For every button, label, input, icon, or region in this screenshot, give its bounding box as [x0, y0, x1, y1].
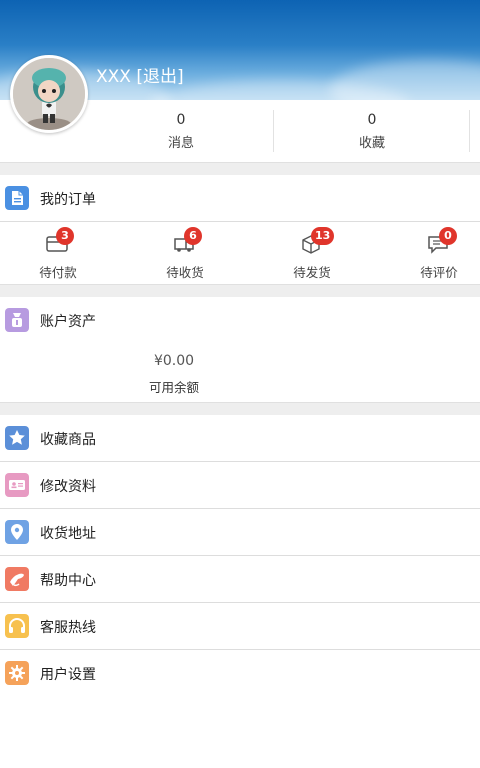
messages-stat[interactable]: 0 消息 [88, 100, 274, 162]
section-gap [0, 402, 480, 416]
menu-item-edit-profile[interactable]: 修改资料 [0, 462, 480, 508]
messages-label: 消息 [167, 136, 194, 151]
order-pending-receipt[interactable]: 6 待收货 [125, 222, 245, 284]
document-icon [5, 186, 29, 210]
section-gap [0, 284, 480, 298]
location-pin-icon [5, 520, 29, 544]
order-pending-payment[interactable]: 3 待付款 [0, 222, 118, 284]
avatar[interactable] [10, 55, 88, 133]
menu-item-label: 客服热线 [40, 620, 96, 636]
pending-receipt-badge: 6 [184, 227, 202, 245]
star-icon [5, 426, 29, 450]
account-assets-label: 账户资产 [40, 314, 96, 330]
favorites-label: 收藏 [358, 136, 385, 151]
menu-item-label: 用户设置 [40, 667, 96, 683]
pending-shipment-badge: 13 [311, 227, 335, 245]
menu-item-shipping-address[interactable]: 收货地址 [0, 509, 480, 555]
pending-receipt-label: 待收货 [166, 265, 204, 280]
pending-payment-label: 待付款 [39, 265, 77, 280]
section-gap [0, 162, 480, 176]
pending-review-label: 待评价 [420, 265, 458, 280]
my-orders-label: 我的订单 [40, 192, 96, 208]
messages-count: 0 [176, 112, 186, 128]
headphones-icon [5, 614, 29, 638]
favorites-stat[interactable]: 0 收藏 [274, 100, 470, 162]
assets-icon [5, 308, 29, 332]
menu-item-help-center[interactable]: 帮助中心 [0, 556, 480, 602]
menu-item-label: 修改资料 [40, 479, 96, 495]
menu-item-label: 收藏商品 [40, 432, 96, 448]
pending-shipment-label: 待发货 [293, 265, 331, 280]
stats-divider [469, 110, 470, 152]
gear-icon [5, 661, 29, 685]
menu-item-favorite-goods[interactable]: 收藏商品 [0, 415, 480, 461]
pending-payment-badge: 3 [56, 227, 74, 245]
menu-item-label: 帮助中心 [40, 573, 96, 589]
username-logout-link[interactable]: XXX [退出] [96, 62, 184, 87]
account-assets-row[interactable]: 账户资产 [0, 297, 480, 343]
my-orders-row[interactable]: 我的订单 [0, 175, 480, 221]
menu-item-service-hotline[interactable]: 客服热线 [0, 603, 480, 649]
balance-label: 可用余额 [148, 380, 199, 395]
pending-review-badge: 0 [439, 227, 457, 245]
menu-item-label: 收货地址 [40, 526, 96, 542]
favorites-count: 0 [367, 112, 377, 128]
balance-value: ¥0.00 [153, 353, 195, 369]
order-pending-shipment[interactable]: 13 待发货 [252, 222, 372, 284]
id-card-icon [5, 473, 29, 497]
menu-item-user-settings[interactable]: 用户设置 [0, 650, 480, 696]
order-pending-review[interactable]: 0 待评价 [379, 222, 480, 284]
balance-block[interactable]: ¥0.00 可用余额 [0, 343, 480, 403]
help-hand-icon [5, 567, 29, 591]
